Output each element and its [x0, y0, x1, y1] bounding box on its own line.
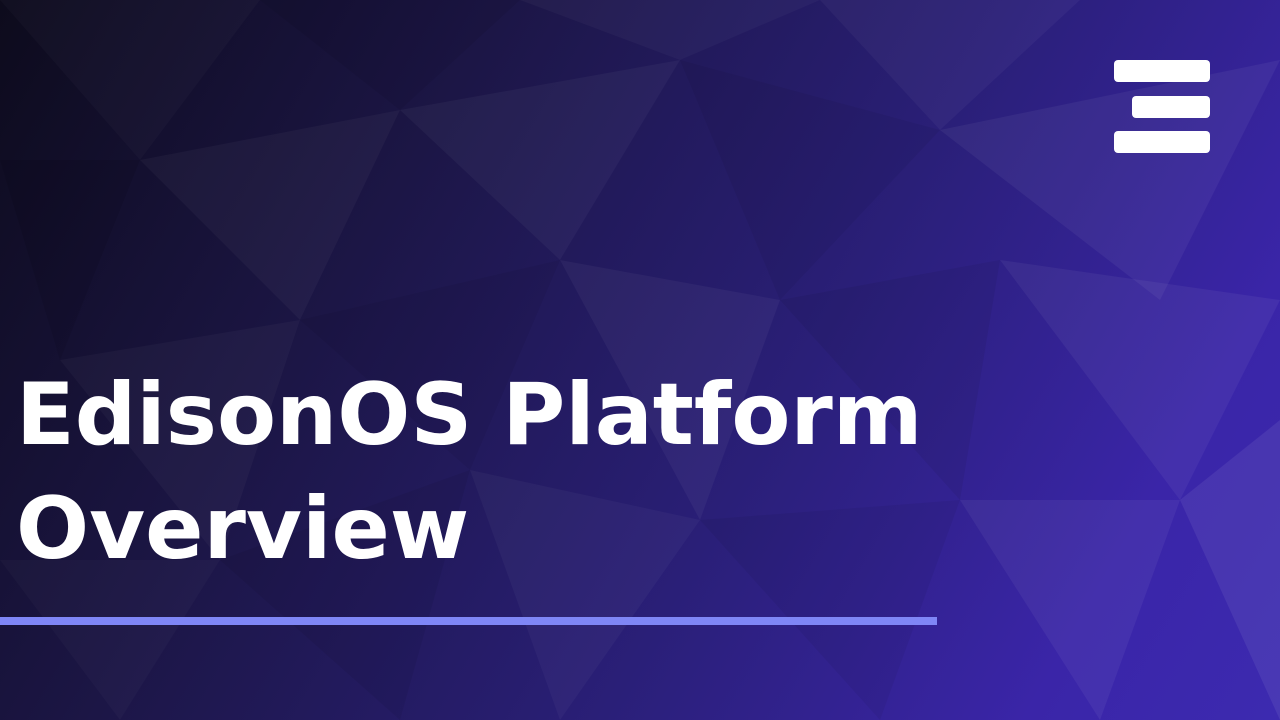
accent-divider	[0, 617, 937, 625]
slide-title-line-1: EdisonOS Platform	[16, 365, 923, 465]
brand-logo-icon	[1114, 60, 1210, 153]
logo-bar-middle	[1132, 96, 1210, 118]
slide-title-line-2: Overview	[16, 479, 470, 579]
logo-bar-bottom	[1114, 131, 1210, 153]
logo-bar-top	[1114, 60, 1210, 82]
slide: EdisonOS Platform Overview	[0, 0, 1280, 720]
slide-title: EdisonOS Platform Overview	[16, 358, 1016, 586]
